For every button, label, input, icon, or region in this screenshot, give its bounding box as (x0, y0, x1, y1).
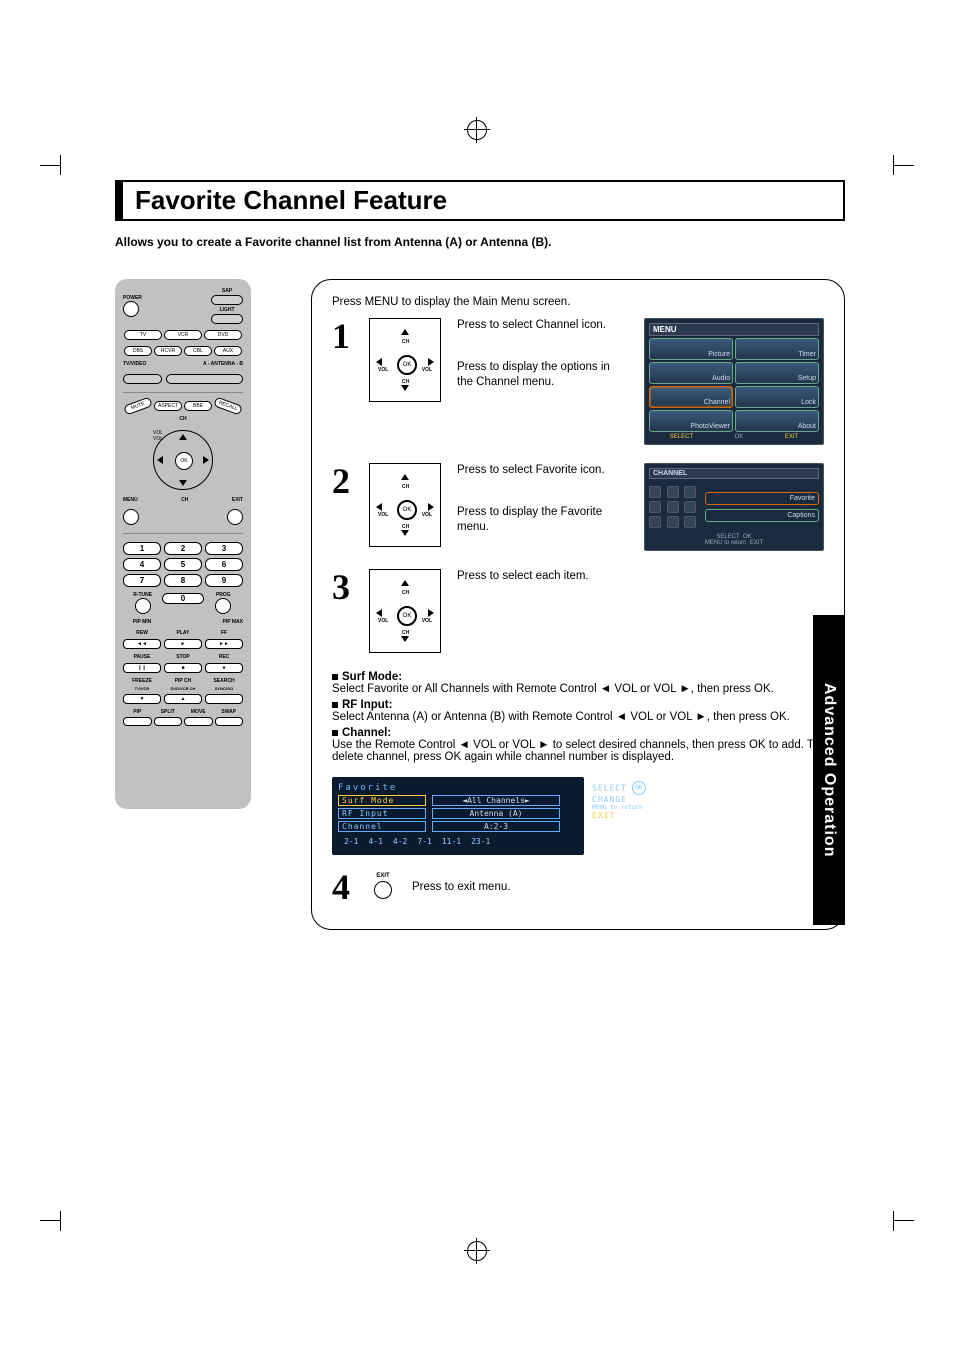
surf-title: Surf Mode: (342, 671, 402, 683)
menu-label: MENU (123, 498, 138, 503)
exit-button-illustration: EXIT (374, 873, 392, 901)
stop-icon: ■ (164, 663, 202, 673)
steps-intro: Press MENU to display the Main Menu scre… (332, 296, 824, 308)
surf-text: Select Favorite or All Channels with Rem… (332, 683, 824, 695)
ok-label: OK (175, 452, 193, 470)
nav-icon-2: CH VOL OK VOL CH (369, 463, 441, 547)
antenna-label: A - ANTENNA - B (163, 362, 243, 367)
bbe-button: BBE (184, 401, 212, 411)
rtune-button-icon (135, 598, 151, 614)
bullet-icon (332, 702, 338, 708)
bullet-icon (332, 730, 338, 736)
pause-icon: ❙❙ (123, 663, 161, 673)
intro-text: Allows you to create a Favorite channel … (115, 235, 845, 249)
cropmark-tl (40, 155, 70, 185)
light-button-icon (211, 314, 243, 324)
remote-illustration: POWER SAP LIGHT TV VCR DVD DBS RCVR CBL (115, 279, 251, 809)
bullet-icon (332, 674, 338, 680)
channel-menu-screenshot: CHANNEL Favorite Captions (644, 463, 824, 551)
cropmark-bl (40, 1201, 70, 1231)
nav-icon-3: CH VOL OK VOL CH (369, 569, 441, 653)
sap-label: SAP (211, 289, 243, 294)
step4-number: 4 (332, 869, 354, 905)
rec-icon: ● (205, 663, 243, 673)
cropmark-br (884, 1201, 914, 1231)
exit-button-icon (227, 509, 243, 525)
mute-button: MUTE (123, 397, 153, 416)
step2-number: 2 (332, 463, 354, 499)
light-label: LIGHT (211, 308, 243, 313)
ch-title: Channel: (342, 727, 391, 739)
main-menu-screenshot: MENU Picture Timer Audio Setup Channel L… (644, 318, 824, 445)
step3-text1: Press to select each item. (457, 569, 824, 585)
aux-button: AUX (214, 346, 242, 356)
pipch-icon: ▲ (164, 694, 202, 704)
dbs-button: DBS (124, 346, 152, 356)
rf-text: Select Antenna (A) or Antenna (B) with R… (332, 711, 824, 723)
aspect-button: ASPECT (154, 401, 182, 411)
prog-button-icon (215, 598, 231, 614)
step3-number: 3 (332, 569, 354, 605)
rf-title: RF Input: (342, 699, 392, 711)
page-title: Favorite Channel Feature (135, 185, 831, 216)
step2-text2: Press to display the Favorite menu. (457, 505, 628, 536)
ch-up-label: CH (179, 417, 186, 422)
rcvr-button: RCVR (154, 346, 182, 356)
tvvideo-label: TV/VIDEO (123, 362, 163, 367)
tv-button: TV (124, 330, 162, 340)
exit-label: EXIT (232, 498, 243, 503)
ch-dn-label: CH (181, 498, 188, 503)
step1-text2: Press to display the options in the Chan… (457, 360, 628, 391)
page-number: 49 (820, 899, 840, 920)
register-bottom (467, 1241, 487, 1261)
menu-button-icon (123, 509, 139, 525)
sap-button-icon (211, 295, 243, 305)
number-pad: 1 2 3 4 5 6 7 8 9 (123, 542, 243, 587)
vcr-button: VCR (164, 330, 202, 340)
step2-text1: Press to select Favorite icon. (457, 463, 628, 479)
section-tab: Advanced Operation (813, 615, 845, 925)
tvvideo-button-icon (123, 374, 162, 384)
step1-number: 1 (332, 318, 354, 354)
cbl-button: CBL (184, 346, 212, 356)
ff-icon: ►► (205, 639, 243, 649)
step4-text: Press to exit menu. (412, 881, 510, 893)
page-title-box: Favorite Channel Feature (115, 180, 845, 221)
antenna-button-icon (166, 374, 243, 384)
power-button-icon (123, 301, 139, 317)
favorite-osd: Favorite Surf Mode ◄All Channels► RF Inp… (332, 777, 824, 855)
rew-icon: ◄◄ (123, 639, 161, 649)
nav-icon-1: CH VOL OK VOL CH (369, 318, 441, 402)
search-icon (205, 694, 243, 704)
play-icon: ► (164, 639, 202, 649)
recall-button: RECALL (213, 397, 243, 416)
register-top (467, 120, 487, 140)
cropmark-tr (884, 155, 914, 185)
power-label: POWER (123, 296, 142, 301)
ch-text: Use the Remote Control ◄ VOL or VOL ► to… (332, 739, 824, 763)
steps-panel: Press MENU to display the Main Menu scre… (311, 279, 845, 930)
freeze-icon: ▼ (123, 694, 161, 704)
step1-text1: Press to select Channel icon. (457, 318, 628, 334)
dvd-button: DVD (204, 330, 242, 340)
dpad-icon: OK VOL VOL (153, 430, 213, 490)
